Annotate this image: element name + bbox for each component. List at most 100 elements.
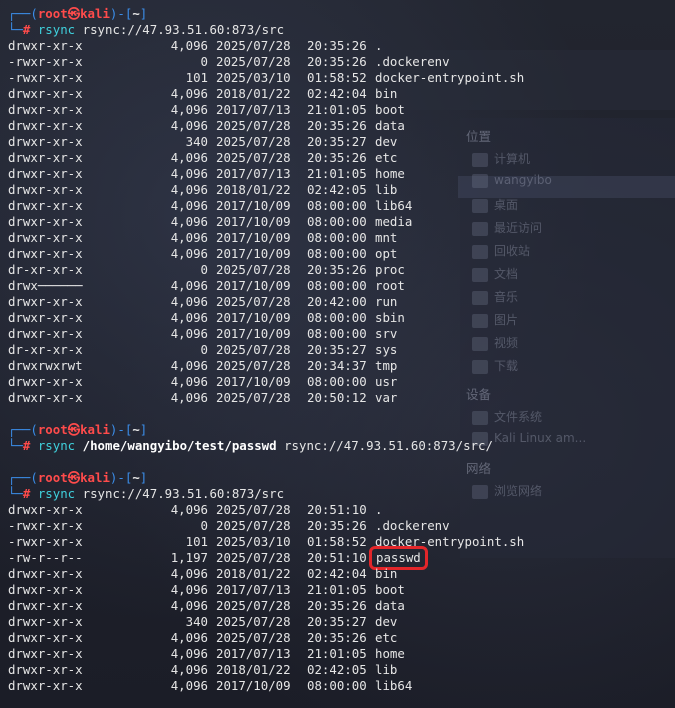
file-time: 08:00:00: [307, 214, 367, 229]
file-permissions: drwxr-xr-x: [8, 38, 83, 53]
prompt-user: root: [37, 470, 68, 485]
file-permissions: drwxr-xr-x: [8, 182, 83, 197]
file-size: 4,096: [170, 182, 208, 197]
listing-row: drwxr-xr-x 4,096 2017/07/13 21:01:05 boot: [8, 582, 675, 598]
file-size: 0: [200, 518, 208, 533]
prompt-user: root: [37, 6, 68, 21]
listing-row: drwxr-xr-x 4,096 2025/07/28 20:35:26 etc: [8, 630, 675, 646]
file-time: 20:35:27: [307, 614, 367, 629]
file-permissions: drwxr-xr-x: [8, 566, 83, 581]
file-permissions: drwxr-xr-x: [8, 86, 83, 101]
command-name: rsync: [37, 438, 76, 453]
listing-row: -rwxr-xr-x 0 2025/07/28 20:35:26 .dockerenv: [8, 54, 675, 70]
file-permissions: -rwxr-xr-x: [8, 70, 83, 85]
file-date: 2017/10/09: [216, 214, 291, 229]
file-permissions: drwxr-xr-x: [8, 662, 83, 677]
file-date: 2017/10/09: [216, 374, 291, 389]
file-time: 21:01:05: [307, 646, 367, 661]
file-date: 2017/07/13: [216, 166, 291, 181]
file-size: 0: [200, 342, 208, 357]
prompt-at-symbol: ㉿: [67, 6, 81, 21]
file-time: 20:35:26: [307, 38, 367, 53]
file-size: 4,096: [170, 246, 208, 261]
file-permissions: drwxr-xr-x: [8, 598, 83, 613]
file-permissions: drwxr-xr-x: [8, 646, 83, 661]
file-time: 08:00:00: [307, 374, 367, 389]
file-date: 2017/10/09: [216, 230, 291, 245]
listing-row: drwxr-xr-x 4,096 2017/10/09 08:00:00 srv: [8, 326, 675, 342]
file-time: 08:00:00: [307, 678, 367, 693]
prompt-host: kali: [80, 6, 110, 21]
command-arg: rsync://47.93.51.60:873/src/: [284, 438, 493, 453]
file-date: 2018/01/22: [216, 662, 291, 677]
file-date: 2025/07/28: [216, 502, 291, 517]
command-name: rsync: [37, 486, 76, 501]
file-date: 2025/07/28: [216, 134, 291, 149]
file-date: 2017/10/09: [216, 678, 291, 693]
file-time: 20:35:27: [307, 342, 367, 357]
prompt-line: ┌──(root㉿kali)-[~]: [8, 6, 675, 22]
file-date: 2025/07/28: [216, 358, 291, 373]
listing-row: dr-xr-xr-x 0 2025/07/28 20:35:26 proc: [8, 262, 675, 278]
file-permissions: drwxr-xr-x: [8, 678, 83, 693]
file-permissions: drwxr-xr-x: [8, 374, 83, 389]
prompt-hash: #: [22, 438, 38, 453]
file-time: 08:00:00: [307, 246, 367, 261]
file-permissions: dr-xr-xr-x: [8, 342, 83, 357]
file-date: 2025/07/28: [216, 518, 291, 533]
file-name: sys: [375, 342, 398, 357]
file-permissions: drwxr-xr-x: [8, 230, 83, 245]
file-date: 2017/07/13: [216, 646, 291, 661]
prompt-frame-mid: )-[: [109, 470, 133, 485]
listing-row: drwxr-xr-x 4,096 2018/01/22 02:42:05 lib: [8, 182, 675, 198]
file-time: 20:50:12: [307, 390, 367, 405]
listing-row: drwxr-xr-x 4,096 2025/07/28 20:35:26 data: [8, 598, 675, 614]
file-time: 02:42:04: [307, 86, 367, 101]
file-permissions: drwxr-xr-x: [8, 630, 83, 645]
file-size: 4,096: [170, 374, 208, 389]
command-arg: /home/wangyibo/test/passwd: [82, 438, 277, 453]
file-time: 20:34:37: [307, 358, 367, 373]
file-size: 4,096: [170, 214, 208, 229]
listing-row: drwxr-xr-x 4,096 2025/07/28 20:35:26 etc: [8, 150, 675, 166]
file-date: 2025/07/28: [216, 390, 291, 405]
file-time: 20:51:10: [307, 502, 367, 517]
prompt-frame-top: ┌──(: [8, 470, 38, 485]
file-time: 20:35:27: [307, 134, 367, 149]
file-permissions: drwxr-xr-x: [8, 390, 83, 405]
file-name: media: [375, 214, 413, 229]
file-time: 08:00:00: [307, 278, 367, 293]
file-permissions: -rwxr-xr-x: [8, 54, 83, 69]
listing-row: drwxr-xr-x 4,096 2025/07/28 20:42:00 run: [8, 294, 675, 310]
prompt-frame-mid: )-[: [109, 422, 133, 437]
file-time: 20:42:00: [307, 294, 367, 309]
prompt-hash: #: [22, 22, 38, 37]
file-size: 4,096: [170, 102, 208, 117]
file-size: 4,096: [170, 310, 208, 325]
prompt-frame-bottom: └─: [8, 486, 23, 501]
file-permissions: drwxrwxrwt: [8, 358, 83, 373]
file-time: 02:42:04: [307, 566, 367, 581]
file-date: 2017/07/13: [216, 102, 291, 117]
file-name: bin: [375, 86, 398, 101]
file-name: boot: [375, 102, 405, 117]
command-line: └─# rsync /home/wangyibo/test/passwd rsy…: [8, 438, 675, 454]
prompt-hash: #: [22, 486, 38, 501]
file-size: 0: [200, 262, 208, 277]
file-name: data: [375, 598, 405, 613]
listing-row: -rwxr-xr-x 101 2025/03/10 01:58:52 docker-en…: [8, 70, 675, 86]
prompt-dir: ~: [132, 422, 140, 437]
file-time: 21:01:05: [307, 102, 367, 117]
file-permissions: dr-xr-xr-x: [8, 262, 83, 277]
prompt-at-symbol: ㉿: [67, 422, 81, 437]
file-name: lib: [375, 182, 398, 197]
file-name: mnt: [375, 230, 398, 245]
file-permissions: -rwxr-xr-x: [8, 534, 83, 549]
file-name: etc: [375, 630, 398, 645]
command-line: └─# rsync rsync://47.93.51.60:873/src: [8, 22, 675, 38]
file-date: 2025/03/10: [216, 70, 291, 85]
terminal-window[interactable]: ┌──(root㉿kali)-[~] └─# rsync rsync://47.9…: [0, 0, 675, 708]
prompt-frame-end: ]: [139, 470, 148, 485]
file-name: .: [375, 38, 383, 53]
file-permissions: drwxr-xr-x: [8, 150, 83, 165]
